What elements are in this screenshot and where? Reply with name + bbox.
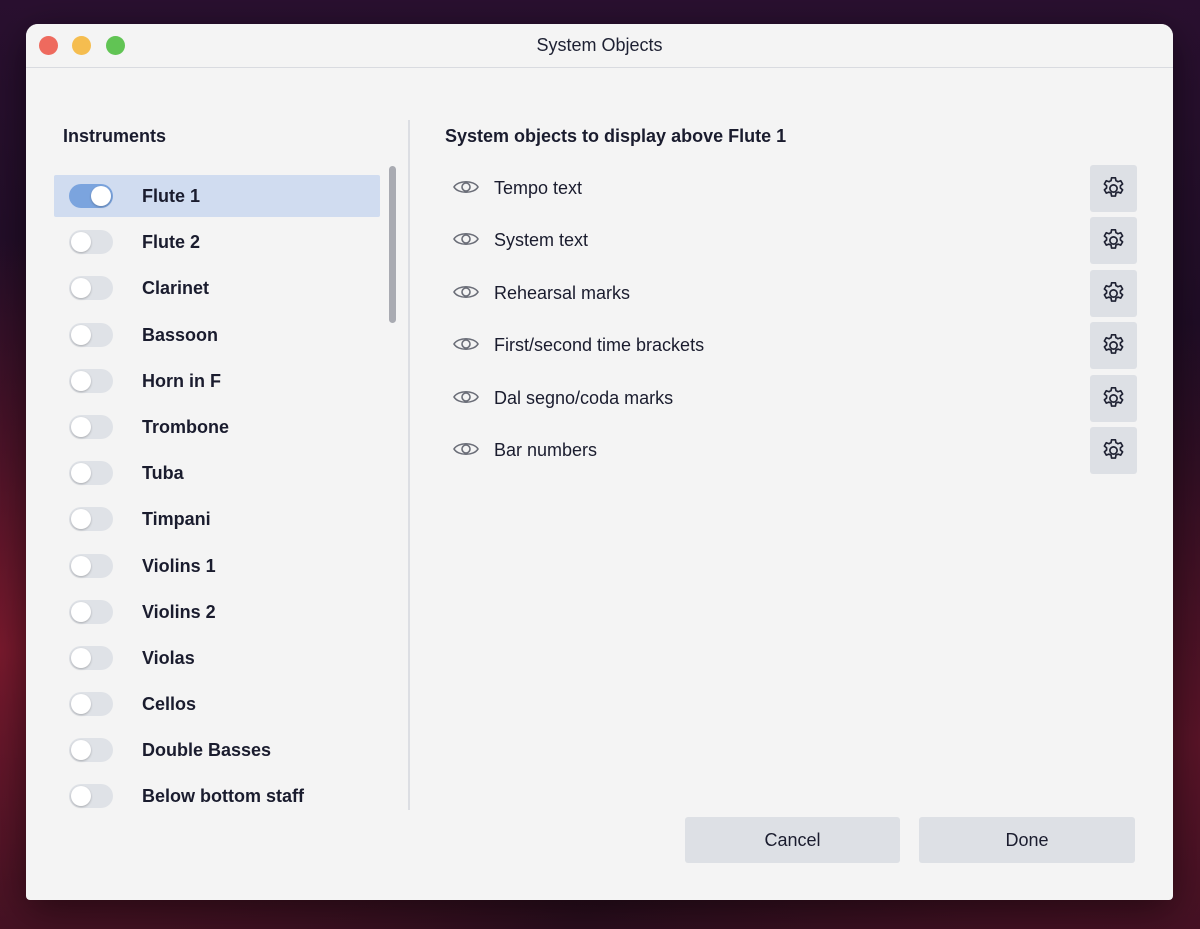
instrument-list-item[interactable]: Violins 1 [54, 545, 380, 587]
instrument-list-item[interactable]: Below bottom staff [54, 775, 380, 817]
instrument-toggle[interactable] [69, 507, 113, 532]
instrument-label: Double Basses [142, 740, 272, 761]
eye-icon[interactable] [452, 282, 480, 302]
settings-button[interactable] [1090, 374, 1137, 422]
instrument-list-item[interactable]: Double Basses [54, 729, 380, 771]
system-object-row: Bar numbers [445, 426, 1137, 474]
instrument-toggle[interactable] [69, 692, 113, 717]
system-object-row: Tempo text [445, 165, 1137, 212]
instrument-list-item[interactable]: Flute 2 [54, 221, 380, 263]
instrument-list-item[interactable]: Horn in F [54, 360, 380, 402]
system-object-label: Dal segno/coda marks [494, 387, 674, 408]
toggle-knob [71, 370, 91, 391]
system-object-label: System text [494, 230, 589, 251]
instrument-label: Violas [142, 647, 195, 668]
toggle-knob [71, 416, 91, 437]
system-object-label: Bar numbers [494, 439, 598, 460]
instrument-toggle[interactable] [69, 645, 113, 670]
settings-button[interactable] [1090, 217, 1137, 265]
eye-icon[interactable] [452, 229, 480, 249]
instrument-label: Horn in F [142, 370, 221, 391]
panel-divider [408, 120, 410, 810]
toggle-knob [91, 186, 111, 206]
instrument-list-item[interactable]: Flute 1 [54, 175, 380, 217]
instrument-toggle[interactable] [69, 738, 113, 763]
instrument-label: Tuba [142, 463, 184, 484]
system-objects-heading: System objects to display above Flute 1 [445, 126, 787, 146]
system-object-row: Rehearsal marks [445, 269, 1137, 317]
toggle-knob [71, 786, 91, 807]
toggle-knob [71, 555, 91, 576]
instrument-toggle[interactable] [69, 368, 113, 393]
toggle-knob [71, 694, 91, 715]
window-title: System Objects [536, 35, 663, 55]
system-object-label: Rehearsal marks [494, 282, 631, 303]
eye-icon[interactable] [452, 439, 480, 459]
instrument-list-item[interactable]: Cellos [54, 683, 380, 725]
settings-button[interactable] [1090, 426, 1137, 474]
eye-icon[interactable] [452, 177, 480, 197]
toggle-knob [71, 601, 91, 622]
settings-button[interactable] [1090, 322, 1137, 370]
system-object-row: First/second time brackets [445, 322, 1137, 370]
done-button[interactable]: Done [919, 817, 1135, 863]
instrument-list-item[interactable]: Timpani [54, 498, 380, 540]
instrument-toggle[interactable] [69, 784, 113, 809]
toggle-knob [71, 463, 91, 484]
instrument-toggle[interactable] [69, 322, 113, 347]
instrument-label: Flute 1 [142, 186, 201, 206]
instrument-toggle[interactable] [69, 461, 113, 486]
toggle-knob [71, 232, 91, 253]
settings-button[interactable] [1090, 269, 1137, 317]
instrument-label: Clarinet [142, 278, 210, 299]
instrument-label: Below bottom staff [142, 786, 304, 807]
instrument-list-scrollbar[interactable] [389, 166, 396, 323]
instrument-list-item[interactable]: Violins 2 [54, 591, 380, 633]
instrument-list: Flute 1 Flute 2 Clarinet Bassoon Horn in… [54, 175, 380, 822]
instrument-toggle[interactable] [69, 184, 113, 208]
instrument-label: Violins 2 [142, 601, 216, 622]
instrument-list-item[interactable]: Bassoon [54, 314, 380, 356]
system-object-label: First/second time brackets [494, 335, 705, 356]
instrument-toggle[interactable] [69, 276, 113, 301]
instrument-label: Timpani [142, 509, 211, 530]
instrument-list-item[interactable]: Violas [54, 637, 380, 679]
instrument-label: Violins 1 [142, 555, 216, 576]
settings-button[interactable] [1090, 165, 1137, 212]
instrument-toggle[interactable] [69, 599, 113, 624]
toggle-knob [71, 278, 91, 299]
instrument-toggle[interactable] [69, 553, 113, 578]
instrument-label: Trombone [142, 416, 230, 437]
instruments-heading: Instruments [63, 126, 167, 146]
system-object-list: Tempo text System text Rehearsal marks F… [445, 165, 1137, 479]
toggle-knob [71, 509, 91, 530]
instrument-list-item[interactable]: Trombone [54, 406, 380, 448]
instrument-toggle[interactable] [69, 230, 113, 255]
title-bar: System Objects [26, 24, 1173, 68]
eye-icon[interactable] [452, 387, 480, 407]
instrument-label: Flute 2 [142, 232, 201, 253]
instrument-label: Bassoon [142, 324, 219, 345]
system-object-row: System text [445, 217, 1137, 265]
system-object-row: Dal segno/coda marks [445, 374, 1137, 422]
toggle-knob [71, 647, 91, 668]
cancel-button[interactable]: Cancel [685, 817, 900, 863]
instrument-toggle[interactable] [69, 414, 113, 439]
eye-icon[interactable] [452, 334, 480, 354]
system-objects-dialog: System Objects Instruments Flute 1 Flute… [26, 24, 1173, 900]
instrument-label: Cellos [142, 694, 197, 715]
toggle-knob [71, 740, 91, 761]
toggle-knob [71, 324, 91, 345]
system-object-label: Tempo text [494, 178, 583, 198]
instrument-list-item[interactable]: Tuba [54, 452, 380, 494]
instrument-list-item[interactable]: Clarinet [54, 267, 380, 309]
